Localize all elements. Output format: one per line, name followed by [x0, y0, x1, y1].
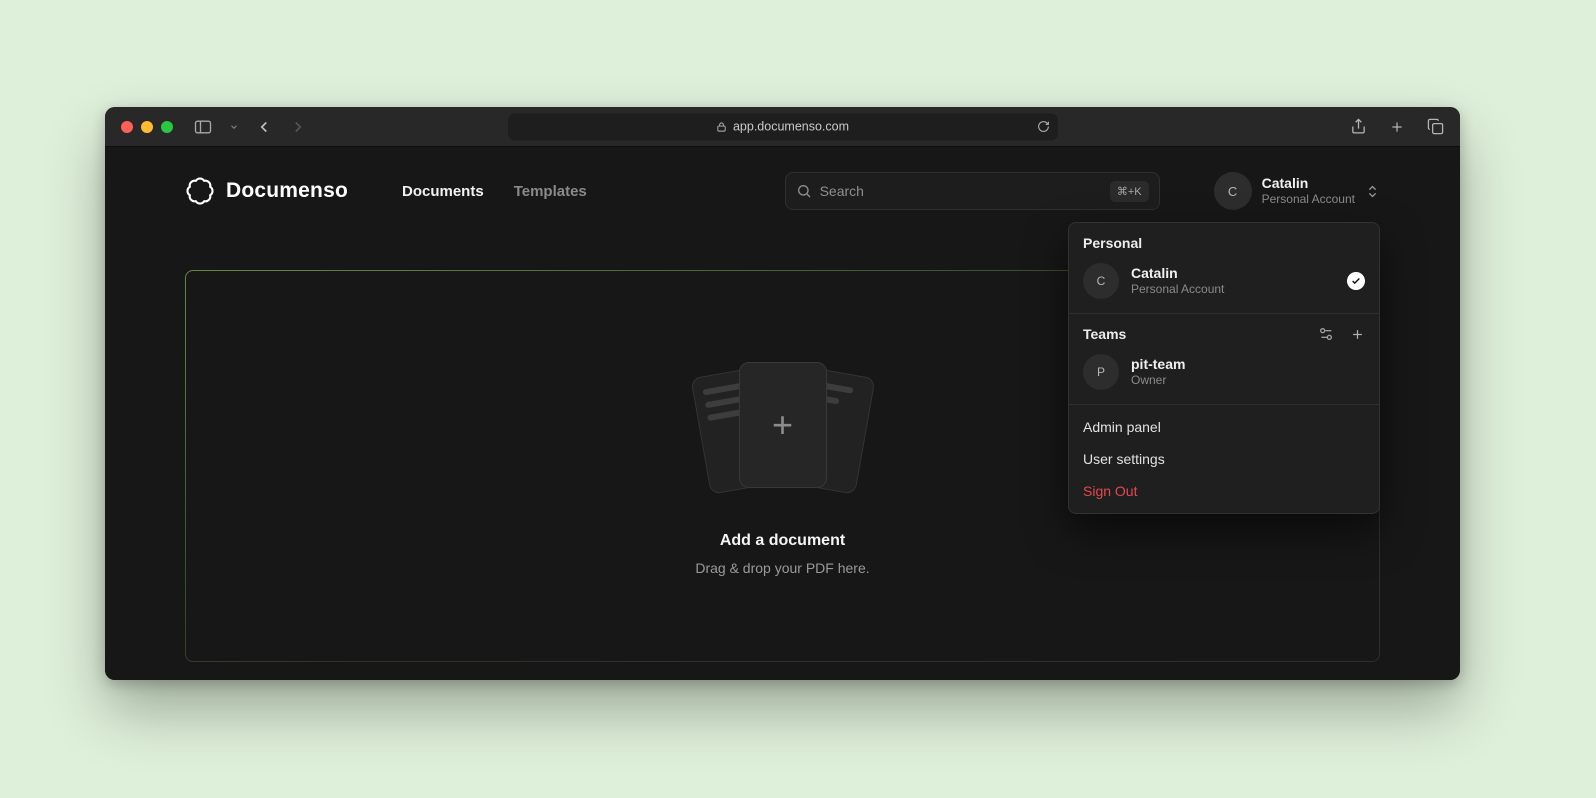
- back-button[interactable]: [255, 118, 273, 136]
- teams-section: Teams P pit-team Owner: [1069, 313, 1379, 404]
- teams-section-header: Teams: [1083, 324, 1365, 350]
- share-icon[interactable]: [1350, 118, 1367, 135]
- toolbar-right-controls: [1350, 118, 1444, 135]
- personal-type: Personal Account: [1131, 282, 1224, 298]
- account-type: Personal Account: [1262, 192, 1355, 207]
- sidebar-toggle-icon[interactable]: [193, 117, 213, 137]
- browser-window: app.documenso.com Documenso: [105, 107, 1460, 680]
- account-dropdown-menu: Personal C Catalin Personal Account Team…: [1068, 222, 1380, 514]
- window-controls: [121, 121, 173, 133]
- selected-check-icon: [1347, 272, 1365, 290]
- main-nav: Documents Templates: [402, 183, 587, 200]
- dropzone-title: Add a document: [720, 532, 845, 550]
- brand-name: Documenso: [226, 179, 348, 203]
- personal-avatar: C: [1083, 263, 1119, 299]
- toolbar-left-controls: [193, 117, 307, 137]
- brand-logo-link[interactable]: Documenso: [185, 176, 348, 206]
- forward-button[interactable]: [289, 118, 307, 136]
- team-name: pit-team: [1131, 355, 1185, 373]
- tab-overview-icon[interactable]: [1427, 118, 1444, 135]
- manage-teams-icon[interactable]: [1318, 326, 1334, 342]
- plus-icon: +: [772, 407, 793, 443]
- personal-account-row[interactable]: C Catalin Personal Account: [1083, 259, 1365, 303]
- new-tab-icon[interactable]: [1389, 119, 1405, 135]
- personal-section: Personal C Catalin Personal Account: [1069, 223, 1379, 313]
- search-shortcut-badge: ⌘+K: [1110, 181, 1149, 202]
- chevron-up-down-icon: [1365, 184, 1380, 199]
- zoom-button[interactable]: [161, 121, 173, 133]
- account-name: Catalin: [1262, 175, 1355, 193]
- lock-icon: [716, 121, 727, 132]
- search-box: ⌘+K: [785, 172, 1160, 210]
- personal-name: Catalin: [1131, 264, 1224, 282]
- url-text: app.documenso.com: [733, 120, 849, 134]
- sidebar-chevron-down-icon[interactable]: [229, 122, 239, 132]
- documents-illustration: +: [668, 356, 898, 506]
- teams-section-label: Teams: [1083, 326, 1126, 342]
- menu-item-sign-out[interactable]: Sign Out: [1069, 475, 1379, 507]
- account-menu-trigger[interactable]: C Catalin Personal Account: [1214, 172, 1380, 210]
- nav-documents[interactable]: Documents: [402, 183, 484, 200]
- search-input[interactable]: [820, 183, 1102, 199]
- app-page: Documenso Documents Templates ⌘+K C Cata…: [105, 147, 1460, 680]
- document-card-center: +: [739, 362, 827, 488]
- documenso-logo-icon: [185, 176, 215, 206]
- nav-templates[interactable]: Templates: [514, 183, 587, 200]
- minimize-button[interactable]: [141, 121, 153, 133]
- menu-actions-section: Admin panel User settings Sign Out: [1069, 404, 1379, 513]
- add-team-icon[interactable]: [1350, 327, 1365, 342]
- reload-icon[interactable]: [1037, 120, 1050, 133]
- browser-toolbar: app.documenso.com: [105, 107, 1460, 147]
- team-role: Owner: [1131, 373, 1185, 389]
- team-row[interactable]: P pit-team Owner: [1083, 350, 1365, 394]
- menu-item-admin-panel[interactable]: Admin panel: [1069, 411, 1379, 443]
- close-button[interactable]: [121, 121, 133, 133]
- account-avatar: C: [1214, 172, 1252, 210]
- search-icon: [796, 183, 812, 199]
- menu-item-user-settings[interactable]: User settings: [1069, 443, 1379, 475]
- teams-actions: [1318, 326, 1365, 342]
- team-avatar: P: [1083, 354, 1119, 390]
- address-bar[interactable]: app.documenso.com: [508, 113, 1058, 140]
- personal-section-label: Personal: [1083, 233, 1365, 259]
- dropzone-subtitle: Drag & drop your PDF here.: [695, 560, 869, 576]
